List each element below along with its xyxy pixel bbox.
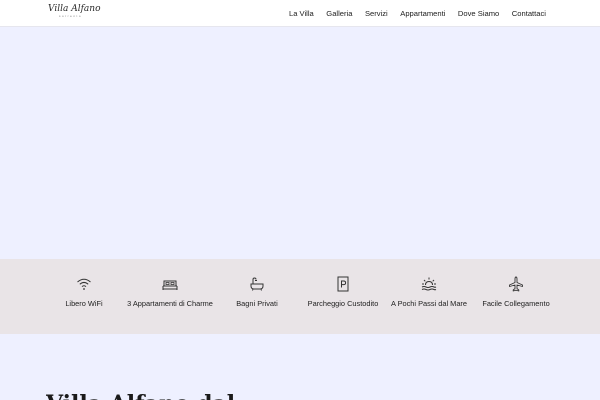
site-logo[interactable]: Villa Alfano sorrento	[48, 4, 101, 22]
parking-icon	[337, 276, 349, 292]
nav-galleria[interactable]: Galleria	[326, 9, 352, 18]
feature-label: Bagni Privati	[236, 299, 278, 308]
nav-appartamenti[interactable]: Appartamenti	[400, 9, 445, 18]
logo-text: Villa Alfano	[48, 4, 101, 14]
section-heading: Villa Alfano dal	[46, 392, 266, 400]
airplane-icon	[509, 276, 523, 292]
site-header: Villa Alfano sorrento La Villa Galleria …	[0, 0, 600, 27]
bathtub-icon	[250, 277, 264, 291]
wifi-icon	[77, 278, 91, 290]
features-band: Libero WiFi 3 Appartamenti di Charme Bag…	[0, 259, 600, 334]
nav-dove-siamo[interactable]: Dove Siamo	[458, 9, 499, 18]
nav-servizi[interactable]: Servizi	[365, 9, 388, 18]
feature-label: Parcheggio Custodito	[307, 299, 379, 308]
logo-subtext: sorrento	[59, 14, 83, 18]
feature-bathrooms: Bagni Privati	[212, 276, 302, 308]
feature-parking: Parcheggio Custodito	[298, 276, 388, 308]
feature-connections: Facile Collegamento	[471, 276, 561, 308]
section-heading-text: Villa Alfano dal	[46, 392, 266, 400]
feature-apartments: 3 Appartamenti di Charme	[125, 276, 215, 308]
feature-wifi: Libero WiFi	[39, 276, 129, 308]
hero-banner	[0, 27, 600, 259]
feature-label: Facile Collegamento	[482, 299, 550, 308]
bed-icon	[162, 280, 178, 290]
nav-la-villa[interactable]: La Villa	[289, 9, 314, 18]
nav-contattaci[interactable]: Contattaci	[512, 9, 546, 18]
feature-label: A Pochi Passi dal Mare	[391, 299, 467, 308]
page: Villa Alfano sorrento La Villa Galleria …	[0, 0, 600, 400]
content-section	[0, 334, 600, 400]
feature-label: Libero WiFi	[65, 299, 103, 308]
sunset-sea-icon	[421, 277, 437, 291]
feature-label: 3 Appartamenti di Charme	[127, 299, 213, 308]
feature-sea: A Pochi Passi dal Mare	[384, 276, 474, 308]
main-nav: La Villa Galleria Servizi Appartamenti D…	[277, 0, 546, 26]
